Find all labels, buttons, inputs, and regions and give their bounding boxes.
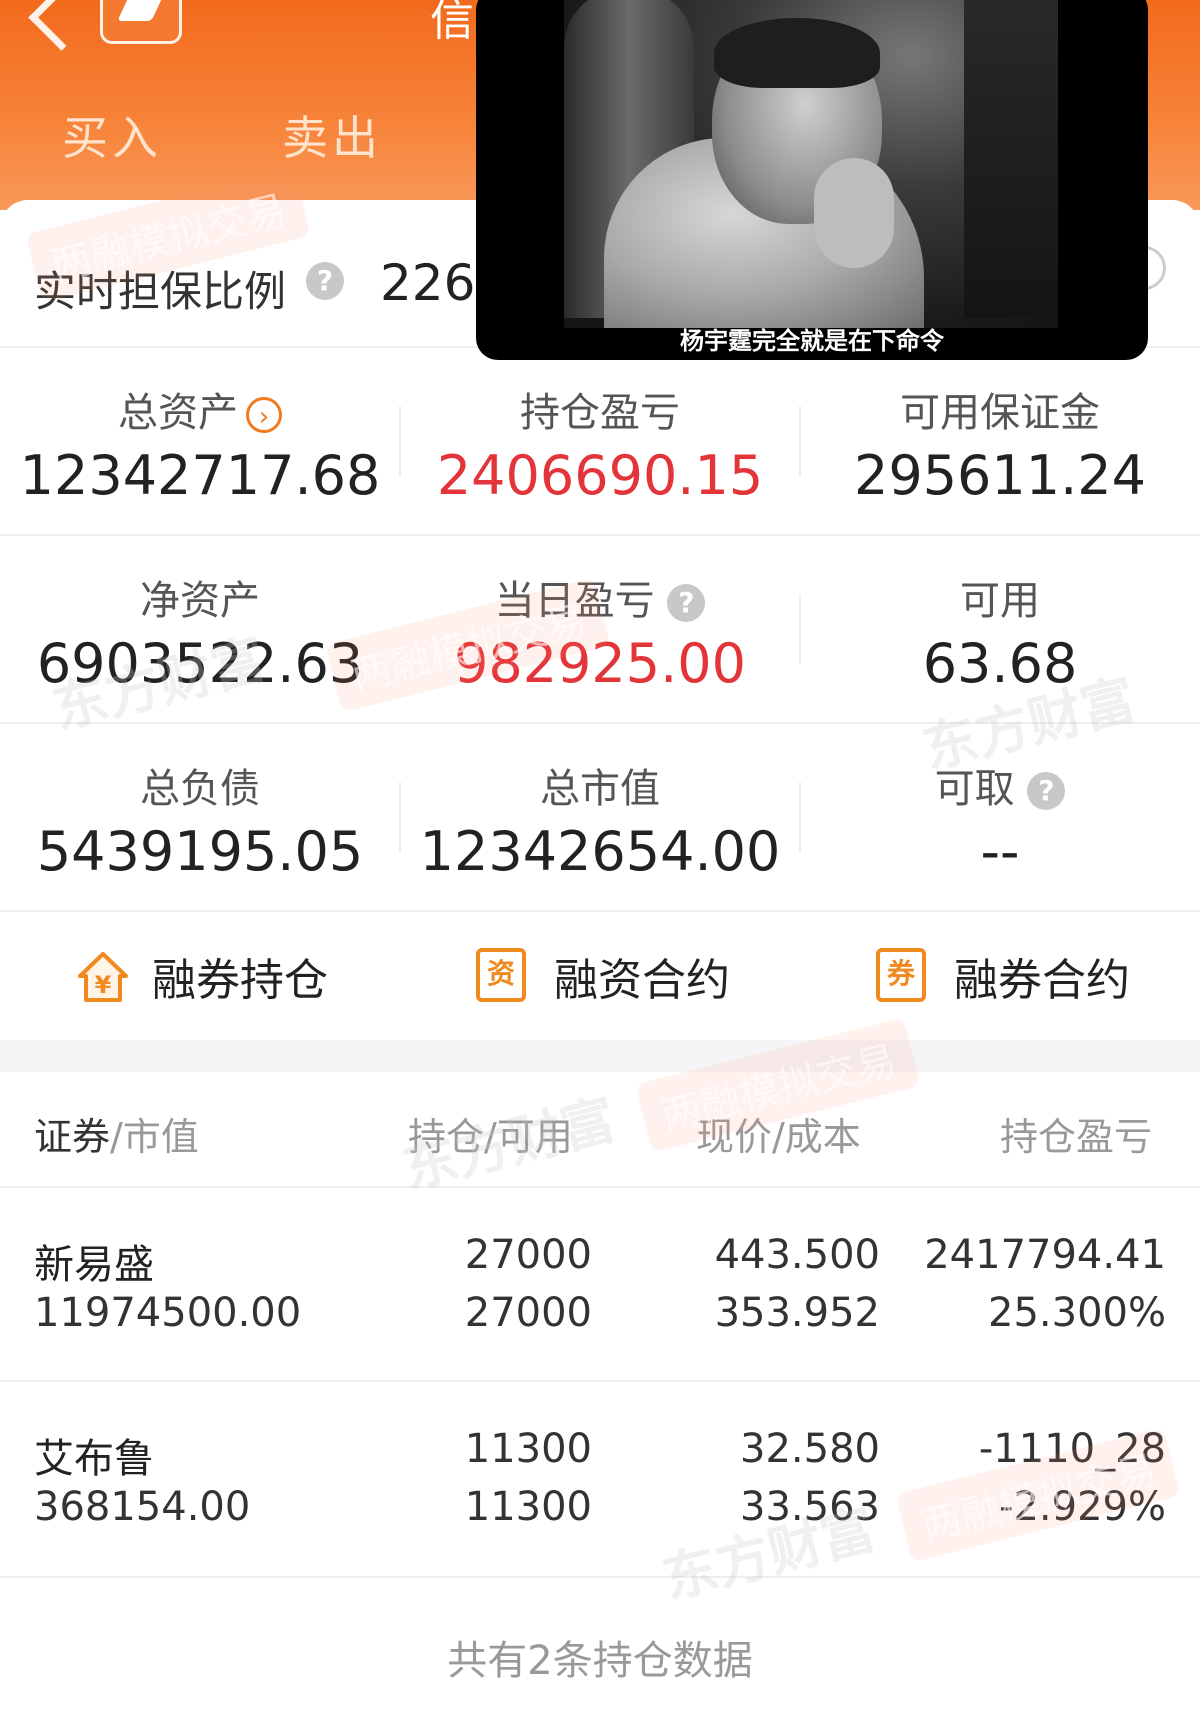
col-header-pnl[interactable]: 持仓盈亏 [1000,1106,1152,1161]
divider [0,1380,1200,1382]
house-yen-icon: ¥ [78,952,128,1002]
divider [0,1576,1200,1578]
svg-text:¥: ¥ [95,971,112,999]
position-qty: 11300 [464,1426,592,1472]
available-label: 可用 [960,578,1040,624]
section-gap [0,1040,1200,1072]
position-pnl-label: 持仓盈亏 [520,390,680,436]
coupon-zi-icon: 资 [476,948,526,1002]
total-liabilities-value: 5439195.05 [36,820,364,883]
coupon-quan-icon: 券 [876,948,926,1002]
shortcut-label: 融券持仓 [152,955,328,1006]
available-qty: 11300 [464,1484,592,1530]
watermark: 东方财富 [396,1087,622,1202]
col-header-security[interactable]: 证券/市值 [34,1106,199,1161]
market-value-label: 总市值 [540,766,660,812]
cost-price: 353.952 [714,1290,880,1336]
total-assets-label[interactable]: 总资产 › [0,380,400,438]
guarantee-ratio-value: 226. [380,254,492,312]
total-assets-value: 12342717.68 [19,444,381,507]
chevron-right-circle-icon[interactable]: › [246,397,282,433]
video-frame-image [564,0,1058,328]
divider [0,1186,1200,1188]
shortcut-label: 融券合约 [954,955,1130,1006]
security-market-value: 11974500.00 [34,1290,302,1336]
security-name: 艾布鲁 [34,1436,154,1482]
security-name: 新易盛 [34,1242,154,1288]
footer-count: 共有2条持仓数据 [447,1638,753,1684]
video-caption: 杨宇霆完全就是在下命令 [680,326,944,355]
help-icon[interactable]: ? [306,262,344,300]
withdrawable-value: -- [980,820,1020,883]
market-value-value: 12342654.00 [419,820,781,883]
position-pnl-value: 2406690.15 [436,444,764,507]
current-price: 443.500 [714,1232,880,1278]
current-price: 32.580 [740,1426,880,1472]
tab-sell[interactable]: 卖出 [282,102,382,168]
app-logo-icon [100,0,182,44]
help-icon[interactable]: ? [667,584,706,622]
security-market-value: 368154.00 [34,1484,251,1530]
position-pnl-pct: 25.300% [988,1290,1166,1336]
video-overlay[interactable]: 杨宇霆完全就是在下命令 [476,0,1148,360]
divider [0,910,1200,912]
back-arrow-icon[interactable] [28,0,95,51]
shortcut-label: 融资合约 [554,955,730,1006]
tab-buy[interactable]: 买入 [62,102,162,168]
available-margin-label: 可用保证金 [900,390,1100,436]
total-liabilities-label: 总负债 [140,766,260,812]
net-assets-label: 净资产 [140,578,260,624]
page-title: 信 [430,0,474,46]
available-qty: 27000 [464,1290,592,1336]
position-qty: 27000 [464,1232,592,1278]
available-margin-value: 295611.24 [853,444,1147,507]
position-pnl: 2417794.41 [924,1232,1166,1278]
help-icon[interactable]: ? [1027,772,1066,810]
divider [0,534,1200,536]
